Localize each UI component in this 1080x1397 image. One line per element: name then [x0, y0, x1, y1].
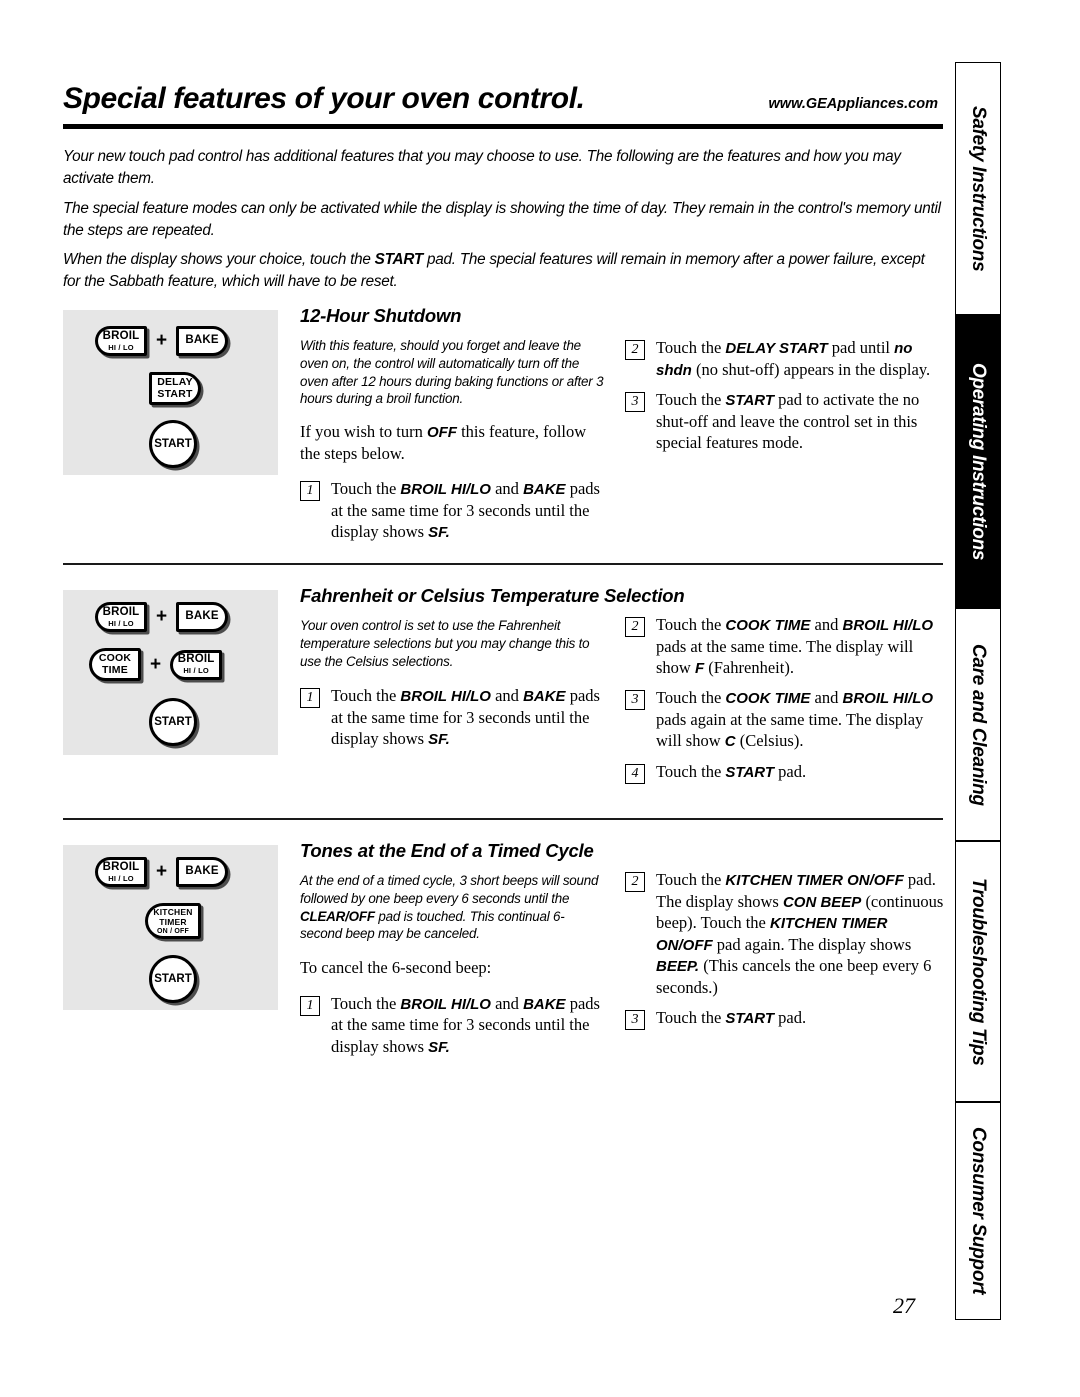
start-pad[interactable]: START — [149, 698, 197, 746]
bake-pad[interactable]: BAKE — [176, 857, 229, 887]
bake-pad[interactable]: BAKE — [176, 326, 229, 356]
step-number: 3 — [625, 392, 645, 412]
step-text: Touch the START pad. — [656, 761, 807, 781]
section-2-note: Your oven control is set to use the Fahr… — [300, 618, 590, 669]
plus-icon: + — [150, 653, 162, 675]
step-item: 3 Touch the COOK TIME and BROIL HI/LO pa… — [625, 687, 945, 751]
tab-operating-instructions[interactable]: Operating Instructions — [955, 315, 1001, 608]
intro-paragraph-1: Your new touch pad control has additiona… — [63, 146, 943, 189]
section-1-intro-para: If you wish to turn OFF this feature, fo… — [300, 422, 587, 463]
pad-diagram-panel-2: BROIL HI / LO + BAKE COOK TIME + BROIL H… — [63, 590, 278, 755]
step-number: 1 — [300, 481, 320, 502]
plus-icon: + — [156, 861, 168, 882]
page-title: Special features of your oven control. — [63, 82, 585, 115]
tab-label: Safety Instructions — [968, 105, 989, 272]
broil-hi-lo-pad[interactable]: BROIL HI / LO — [95, 857, 147, 887]
section-heading-2: Fahrenheit or Celsius Temperature Select… — [300, 585, 685, 606]
start-pad[interactable]: START — [149, 420, 197, 468]
tab-troubleshooting-tips[interactable]: Troubleshooting Tips — [955, 841, 1001, 1102]
step-text: Touch the START pad to activate the no s… — [656, 390, 920, 452]
start-pad-ref: START — [374, 251, 424, 268]
step-text: Touch the START pad. — [656, 1007, 807, 1027]
section-3-intro-para: To cancel the 6-second beep: — [300, 958, 492, 978]
section-2-right-column: 2 Touch the COOK TIME and BROIL HI/LO pa… — [625, 614, 945, 793]
section-3-note: At the end of a timed cycle, 3 short bee… — [300, 873, 599, 942]
header-divider — [63, 124, 943, 129]
section-3-left-column: At the end of a timed cycle, 3 short bee… — [300, 872, 605, 1066]
step-item: 2 Touch the DELAY START pad until no shd… — [625, 337, 945, 380]
section-heading-1: 12-Hour Shutdown — [300, 305, 462, 326]
section-2-left-column: Your oven control is set to use the Fahr… — [300, 617, 605, 759]
plus-icon: + — [156, 330, 168, 351]
step-number: 2 — [625, 617, 645, 637]
intro-paragraph-3: When the display shows your choice, touc… — [63, 249, 943, 292]
step-number: 2 — [625, 340, 645, 360]
tab-care-and-cleaning[interactable]: Care and Cleaning — [955, 608, 1001, 841]
step-text: Touch the BROIL HI/LO and BAKE pads at t… — [331, 993, 600, 1056]
broil-hi-lo-pad[interactable]: BROIL HI / LO — [95, 602, 147, 632]
section-heading-3: Tones at the End of a Timed Cycle — [300, 840, 594, 861]
step-number: 1 — [300, 688, 320, 709]
intro-paragraph-2: The special feature modes can only be ac… — [63, 198, 943, 241]
section-divider-2 — [63, 818, 943, 820]
section-1-note: With this feature, should you forget and… — [300, 338, 604, 407]
step-number: 2 — [625, 872, 645, 892]
step-item: 1 Touch the BROIL HI/LO and BAKE pads at… — [300, 478, 605, 542]
section-1-right-column: 2 Touch the DELAY START pad until no shd… — [625, 337, 945, 462]
tab-consumer-support[interactable]: Consumer Support — [955, 1102, 1001, 1320]
step-number: 1 — [300, 995, 320, 1016]
page-number: 27 — [893, 1293, 915, 1318]
step-item: 2 Touch the COOK TIME and BROIL HI/LO pa… — [625, 614, 945, 678]
step-item: 3 Touch the START pad. — [625, 1007, 945, 1030]
cook-time-pad[interactable]: COOK TIME — [89, 648, 141, 681]
broil-hi-lo-pad[interactable]: BROIL HI / LO — [170, 649, 223, 680]
step-item: 2 Touch the KITCHEN TIMER ON/OFF pad. Th… — [625, 869, 945, 998]
tab-label: Care and Cleaning — [968, 643, 989, 806]
start-pad[interactable]: START — [149, 955, 197, 1003]
intro-text-3a: When the display shows your choice, touc… — [63, 251, 375, 268]
section-divider-1 — [63, 563, 943, 565]
step-item: 1 Touch the BROIL HI/LO and BAKE pads at… — [300, 993, 605, 1057]
step-item: 1 Touch the BROIL HI/LO and BAKE pads at… — [300, 685, 605, 749]
step-number: 3 — [625, 1009, 645, 1030]
step-number: 4 — [625, 763, 645, 784]
plus-icon: + — [156, 606, 168, 627]
broil-hi-lo-pad[interactable]: BROIL HI / LO — [95, 326, 147, 356]
tab-label: Troubleshooting Tips — [968, 877, 989, 1066]
intro-text-1: Your new touch pad control has additiona… — [63, 148, 901, 187]
step-text: Touch the DELAY START pad until no shdn … — [656, 338, 931, 379]
page-header: Special features of your oven control. w… — [63, 82, 943, 116]
step-item: 4 Touch the START pad. — [625, 761, 945, 784]
step-text: Touch the BROIL HI/LO and BAKE pads at t… — [331, 479, 600, 542]
step-text: Touch the COOK TIME and BROIL HI/LO pads… — [656, 688, 934, 751]
step-text: Touch the COOK TIME and BROIL HI/LO pads… — [656, 615, 934, 677]
bake-pad[interactable]: BAKE — [176, 602, 229, 632]
kitchen-timer-on-off-pad[interactable]: KITCHEN TIMER ON / OFF — [145, 903, 201, 939]
section-tab-strip: Safety Instructions Operating Instructio… — [955, 62, 1001, 1320]
step-item: 3 Touch the START pad to activate the no… — [625, 389, 945, 453]
intro-text-2: The special feature modes can only be ac… — [63, 200, 941, 239]
website-url: www.GEAppliances.com — [768, 96, 938, 112]
pad-diagram-panel-3: BROIL HI / LO + BAKE KITCHEN TIMER ON / … — [63, 845, 278, 1010]
section-1-left-column: With this feature, should you forget and… — [300, 337, 605, 552]
tab-label: Consumer Support — [968, 1127, 989, 1295]
tab-safety-instructions[interactable]: Safety Instructions — [955, 62, 1001, 315]
step-text: Touch the BROIL HI/LO and BAKE pads at t… — [331, 686, 600, 749]
section-3-right-column: 2 Touch the KITCHEN TIMER ON/OFF pad. Th… — [625, 869, 945, 1039]
tab-label: Operating Instructions — [968, 362, 989, 561]
step-number: 3 — [625, 690, 645, 711]
delay-start-pad[interactable]: DELAY START — [149, 372, 201, 405]
clear-off-ref: CLEAR/OFF — [300, 908, 375, 924]
step-text: Touch the KITCHEN TIMER ON/OFF pad. The … — [656, 870, 944, 997]
off-ref: OFF — [426, 424, 457, 442]
pad-diagram-panel-1: BROIL HI / LO + BAKE DELAY START START — [63, 310, 278, 475]
